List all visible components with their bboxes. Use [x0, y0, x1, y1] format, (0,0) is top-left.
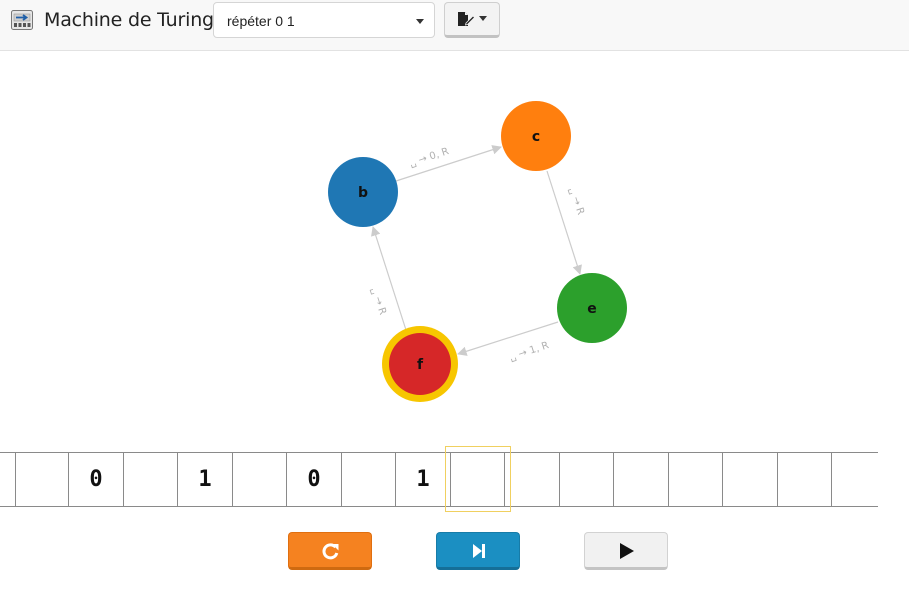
reset-icon: [322, 543, 339, 560]
chevron-down-icon: [479, 16, 487, 21]
tape-cell: [833, 453, 879, 506]
state-label: f: [417, 357, 424, 373]
tape-cell: [233, 453, 287, 506]
transition-label: ␣ → 1, R: [508, 340, 550, 363]
tape-cell: 0: [288, 453, 342, 506]
state-node-b[interactable]: b: [328, 157, 398, 227]
tape-cell: [560, 453, 614, 506]
tape-cell: [615, 453, 669, 506]
chevron-down-icon: [416, 19, 424, 24]
state-label: b: [358, 185, 368, 201]
state-diagram: ␣ → 0, R ␣ → R ␣ → 1, R ␣ → R b c e f: [328, 101, 627, 402]
tape-head: [445, 446, 511, 512]
tape-cell: 1: [397, 453, 451, 506]
state-label: c: [532, 129, 540, 145]
app-title: Machine de Turing: [44, 9, 214, 31]
tape-cell: [669, 453, 723, 506]
turing-machine-icon: [11, 10, 33, 30]
step-forward-button[interactable]: [436, 532, 520, 570]
tape-cell: [124, 453, 178, 506]
machine-select[interactable]: répéter 0 1: [213, 2, 435, 38]
state-node-c[interactable]: c: [501, 101, 571, 171]
document-edit-icon: [458, 12, 475, 26]
run-button[interactable]: [584, 532, 668, 570]
tape-cell: [778, 453, 832, 506]
step-forward-icon: [473, 544, 485, 558]
tape-cell: [15, 453, 69, 506]
transition-label: ␣ → R: [369, 286, 388, 316]
tape-cell: [724, 453, 778, 506]
reset-button[interactable]: [288, 532, 372, 570]
machine-select-value: répéter 0 1: [227, 13, 295, 29]
tape-cell: 0: [70, 453, 124, 506]
state-label: e: [587, 301, 597, 317]
transition-label: ␣ → R: [567, 186, 586, 216]
tape-cell: [342, 453, 396, 506]
tape-cell: 1: [179, 453, 233, 506]
tape: 0 1 0 1: [0, 452, 878, 507]
play-icon: [620, 543, 634, 559]
document-menu-button[interactable]: [444, 2, 500, 38]
state-node-f[interactable]: f: [382, 326, 458, 402]
state-node-e[interactable]: e: [557, 273, 627, 343]
navbar: Machine de Turing répéter 0 1: [0, 0, 909, 51]
tape-cell: [506, 453, 560, 506]
